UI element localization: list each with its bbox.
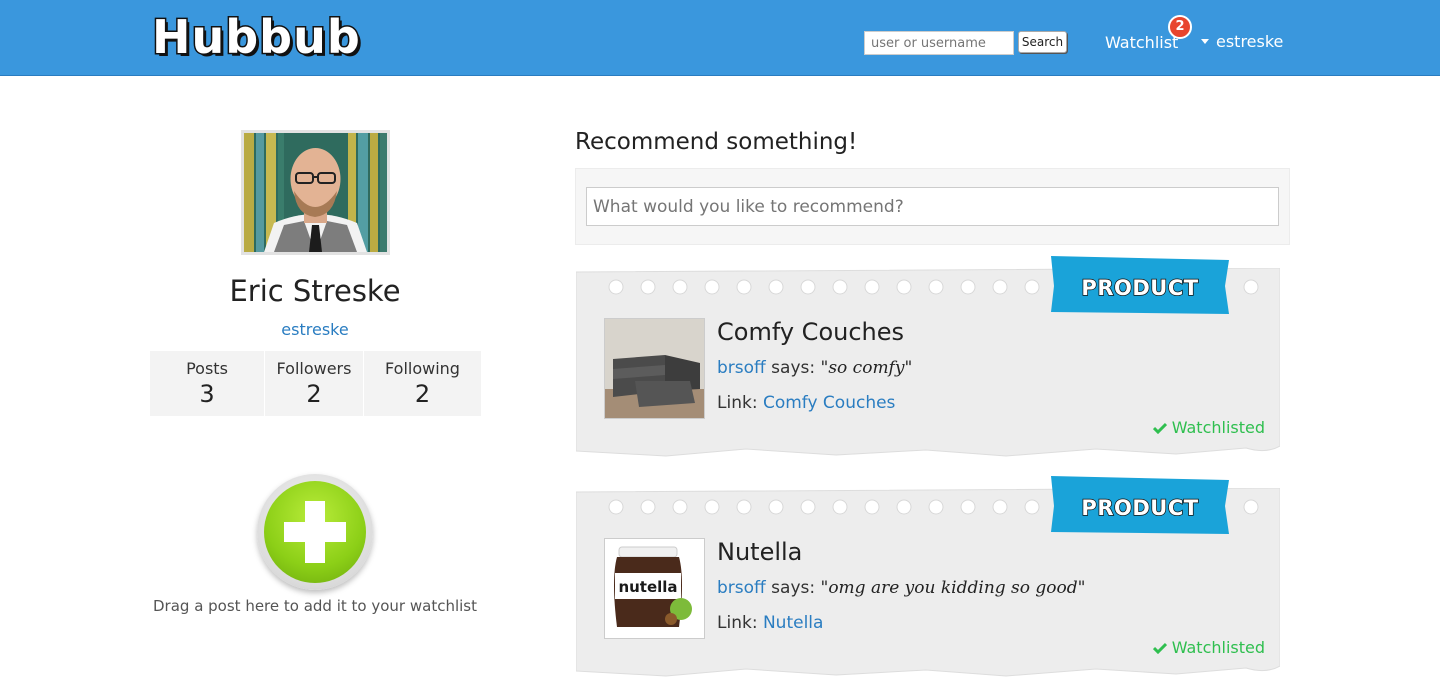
- profile-avatar: [241, 130, 390, 255]
- stat-posts[interactable]: Posts 3: [150, 351, 265, 416]
- watchlisted-status[interactable]: Watchlisted: [1152, 638, 1265, 657]
- watchlisted-label: Watchlisted: [1171, 638, 1265, 657]
- profile-stats: Posts 3 Followers 2 Following 2: [150, 351, 481, 416]
- recommend-input[interactable]: [586, 187, 1279, 226]
- navbar: Hubbub Search Watchlist 2 estreske: [0, 0, 1440, 76]
- svg-text:nutella: nutella: [618, 578, 677, 596]
- stat-value: 3: [199, 380, 215, 408]
- recommend-heading: Recommend something!: [575, 129, 858, 155]
- caret-down-icon: [1201, 39, 1209, 44]
- post-thumbnail[interactable]: nutella: [604, 538, 705, 639]
- profile-name: Eric Streske: [229, 274, 401, 308]
- post-card[interactable]: PRODUCT nutella Nutella brsoff says: "om…: [576, 476, 1280, 678]
- search-button[interactable]: Search: [1018, 31, 1067, 53]
- category-label: PRODUCT: [1081, 495, 1199, 521]
- post-card[interactable]: PRODUCT Comfy Couches brsoff says: "so c…: [576, 256, 1280, 458]
- post-title: Nutella: [717, 538, 803, 566]
- stat-followers[interactable]: Followers 2: [265, 351, 364, 416]
- post-thumbnail[interactable]: [604, 318, 705, 419]
- link-prefix: Link:: [717, 613, 758, 633]
- says-text: says:: [771, 578, 816, 598]
- watchlist-link[interactable]: Watchlist: [1105, 33, 1178, 52]
- watchlist-drop-target[interactable]: [257, 474, 373, 590]
- post-says: brsoff says: "so comfy": [717, 358, 912, 378]
- post-quote: "so comfy": [820, 358, 913, 378]
- stat-label: Following: [385, 359, 460, 378]
- user-menu-dropdown[interactable]: estreske: [1201, 32, 1283, 51]
- link-prefix: Link:: [717, 393, 758, 413]
- post-title: Comfy Couches: [717, 318, 905, 346]
- search-input[interactable]: [864, 31, 1014, 55]
- post-link-row: Link: Nutella: [717, 613, 823, 633]
- stat-value: 2: [306, 380, 322, 408]
- checkmark-icon: [1152, 642, 1167, 654]
- watchlisted-label: Watchlisted: [1171, 418, 1265, 437]
- category-label: PRODUCT: [1081, 275, 1199, 301]
- drag-hint-text: Drag a post here to add it to your watch…: [153, 597, 477, 615]
- checkmark-icon: [1152, 422, 1167, 434]
- post-link[interactable]: Nutella: [763, 613, 823, 633]
- watchlisted-status[interactable]: Watchlisted: [1152, 418, 1265, 437]
- post-author-link[interactable]: brsoff: [717, 578, 766, 598]
- recommend-form: [575, 168, 1290, 245]
- stat-label: Posts: [186, 359, 228, 378]
- says-text: says:: [771, 358, 816, 378]
- add-plus-icon: [264, 481, 366, 583]
- watchlist-count-badge: 2: [1168, 15, 1192, 39]
- hubbub-logo[interactable]: Hubbub: [151, 8, 362, 66]
- post-link-row: Link: Comfy Couches: [717, 393, 895, 413]
- stat-value: 2: [414, 380, 431, 408]
- user-menu-username: estreske: [1216, 32, 1284, 51]
- post-quote: "omg are you kidding so good": [820, 578, 1086, 598]
- stat-following[interactable]: Following 2: [364, 351, 481, 416]
- profile-handle-link[interactable]: estreske: [150, 320, 480, 339]
- post-says: brsoff says: "omg are you kidding so goo…: [717, 578, 1085, 598]
- post-link[interactable]: Comfy Couches: [763, 393, 895, 413]
- stat-label: Followers: [276, 359, 352, 378]
- post-author-link[interactable]: brsoff: [717, 358, 766, 378]
